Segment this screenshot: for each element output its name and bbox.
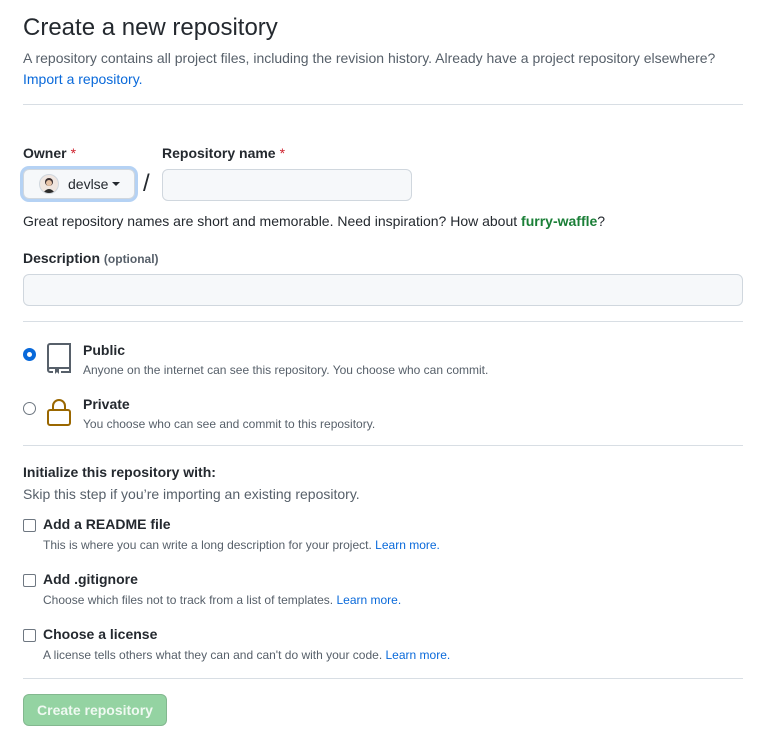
repository-name-label: Repository name *: [162, 145, 285, 161]
required-mark: *: [70, 145, 77, 161]
gitignore-learn-more-link[interactable]: Learn more.: [336, 593, 401, 607]
owner-label-text: Owner: [23, 145, 67, 161]
page-title: Create a new repository: [23, 14, 278, 41]
visibility-option-public[interactable]: Public Anyone on the internet can see th…: [23, 342, 743, 384]
public-title: Public: [83, 342, 126, 358]
repo-icon: [47, 343, 71, 374]
readme-option[interactable]: Add a README file This is where you can …: [23, 516, 743, 556]
description-input[interactable]: [23, 274, 743, 306]
gitignore-checkbox[interactable]: [23, 574, 36, 587]
owner-select-button[interactable]: devlse: [23, 169, 135, 199]
divider: [23, 678, 743, 679]
initialize-heading: Initialize this repository with:: [23, 464, 216, 480]
caret-down-icon: [112, 182, 121, 186]
license-note: A license tells others what they can and…: [43, 648, 383, 662]
private-title: Private: [83, 396, 130, 412]
subtitle-text: A repository contains all project files,…: [23, 50, 716, 66]
create-repository-button[interactable]: Create repository: [23, 694, 167, 726]
hint-end: ?: [597, 213, 606, 229]
gitignore-description: Choose which files not to track from a l…: [43, 593, 401, 607]
divider: [23, 445, 743, 446]
required-mark: *: [279, 145, 286, 161]
gitignore-note: Choose which files not to track from a l…: [43, 593, 334, 607]
initialize-subheading: Skip this step if you’re importing an ex…: [23, 486, 360, 502]
description-label: Description (optional): [23, 250, 159, 266]
divider: [23, 104, 743, 105]
gitignore-option[interactable]: Add .gitignore Choose which files not to…: [23, 571, 743, 611]
private-radio[interactable]: [23, 402, 36, 415]
readme-description: This is where you can write a long descr…: [43, 538, 440, 552]
lock-icon: [47, 399, 71, 426]
owner-name: devlse: [68, 176, 109, 192]
avatar: [39, 174, 59, 194]
repository-name-input[interactable]: [162, 169, 412, 201]
repository-name-hint: Great repository names are short and mem…: [23, 213, 605, 229]
visibility-option-private[interactable]: Private You choose who can see and commi…: [23, 396, 743, 438]
public-radio[interactable]: [23, 348, 36, 361]
license-title: Choose a license: [43, 626, 158, 642]
owner-repo-separator: /: [143, 170, 150, 197]
readme-learn-more-link[interactable]: Learn more.: [375, 538, 440, 552]
optional-tag: (optional): [103, 252, 159, 266]
license-checkbox[interactable]: [23, 629, 36, 642]
hint-text: Great repository names are short and mem…: [23, 213, 522, 229]
page-subtitle: A repository contains all project files,…: [23, 48, 743, 90]
readme-note: This is where you can write a long descr…: [43, 538, 372, 552]
private-description: You choose who can see and commit to thi…: [83, 417, 376, 431]
license-description: A license tells others what they can and…: [43, 648, 450, 662]
divider: [23, 321, 743, 322]
public-description: Anyone on the internet can see this repo…: [83, 363, 489, 377]
license-learn-more-link[interactable]: Learn more.: [386, 648, 451, 662]
description-label-text: Description: [23, 250, 101, 266]
repository-name-label-text: Repository name: [162, 145, 276, 161]
name-suggestion[interactable]: furry-waffle: [521, 213, 597, 229]
readme-checkbox[interactable]: [23, 519, 36, 532]
gitignore-title: Add .gitignore: [43, 571, 138, 587]
import-repository-link[interactable]: Import a repository.: [23, 71, 143, 87]
license-option[interactable]: Choose a license A license tells others …: [23, 626, 743, 666]
readme-title: Add a README file: [43, 516, 171, 532]
owner-label: Owner *: [23, 145, 76, 161]
